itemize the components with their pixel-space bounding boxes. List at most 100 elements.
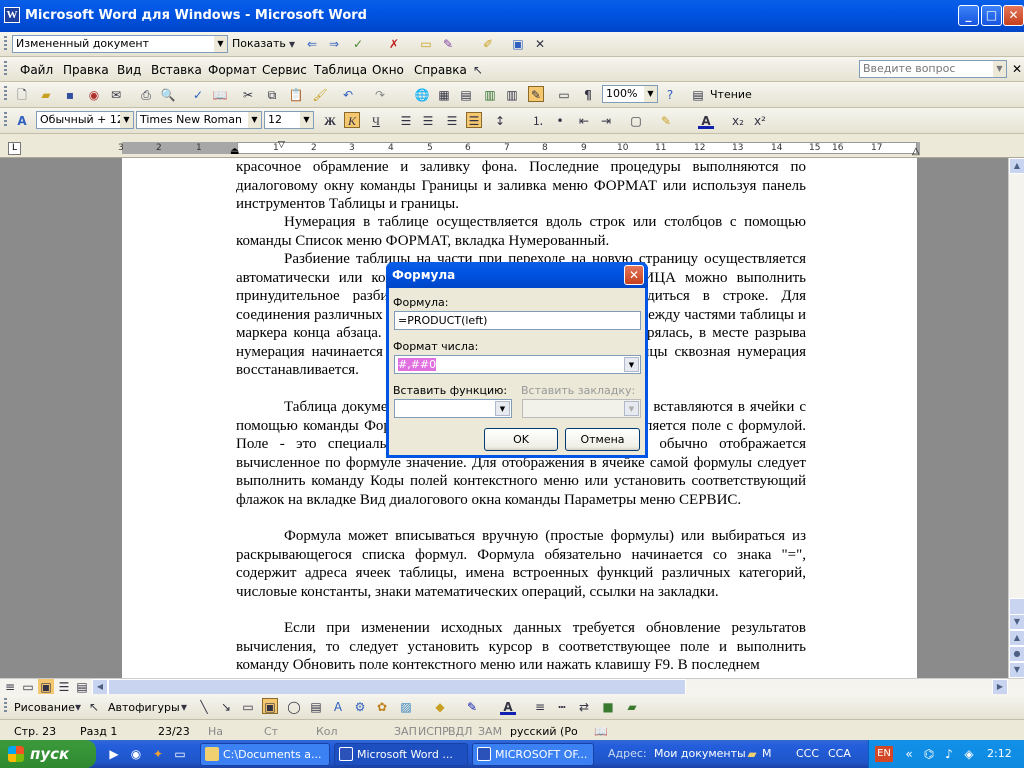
line-icon[interactable]: ╲ [196, 699, 212, 715]
paragraph[interactable]: красочное обрамление и заливку фона. Пос… [236, 158, 806, 214]
arrow-style-icon[interactable]: ⇄ [576, 699, 592, 715]
format-painter-icon[interactable]: 🖌 [312, 87, 328, 103]
increase-indent-icon[interactable]: ⇥ [598, 113, 614, 129]
help-pointer-icon[interactable]: ↖ [470, 62, 486, 78]
textbox2-icon[interactable]: ▤ [308, 699, 324, 715]
accept-change-icon[interactable]: ✓ [350, 36, 366, 52]
drawing-menu-button[interactable]: Рисование [14, 701, 75, 714]
research-icon[interactable]: 📖 [212, 87, 228, 103]
menu-tools[interactable]: Сервис [262, 63, 307, 77]
toolbar-grip[interactable] [4, 86, 7, 102]
redo-icon[interactable]: ↷ [372, 87, 388, 103]
number-format-combo[interactable]: #,##0 ▼ [394, 355, 641, 374]
ask-question-input[interactable]: Введите вопрос ▼ [859, 60, 1007, 78]
print-layout-icon[interactable]: ▣ [38, 679, 54, 695]
next-change-icon[interactable]: ⇒ [326, 36, 342, 52]
chevron-down-icon[interactable]: ▼ [300, 112, 313, 128]
chevron-down-icon[interactable]: ▼ [624, 357, 639, 372]
chevron-down-icon[interactable]: ▾ [176, 699, 192, 715]
reading-view-icon[interactable]: ▤ [74, 679, 90, 695]
status-ext[interactable]: ВДЛ [448, 725, 472, 738]
hyperlink-icon[interactable]: 🌐 [414, 87, 430, 103]
chevron-down-icon[interactable]: ▼ [993, 61, 1006, 77]
fill-color-icon[interactable]: ◆ [432, 699, 448, 715]
vertical-scrollbar[interactable]: ▲ ▼ ▲ ● ▼ [1008, 158, 1024, 678]
tray-arrow-icon[interactable]: « [901, 746, 917, 762]
tab-selector[interactable]: L [8, 142, 21, 155]
tray-app-icon[interactable]: ◈ [961, 746, 977, 762]
chevron-down-icon[interactable]: ▼ [644, 86, 657, 102]
style-combo[interactable]: Обычный + 12 г ▼ [36, 111, 134, 129]
quick-item[interactable]: М [762, 747, 772, 760]
display-for-review-combo[interactable]: Измененный документ ▼ [12, 35, 228, 53]
browser-icon[interactable]: ◉ [128, 746, 144, 762]
select-objects-icon[interactable]: ↖ [86, 699, 102, 715]
document-map-icon[interactable]: ▭ [556, 87, 572, 103]
insert-excel-icon[interactable]: ▥ [482, 87, 498, 103]
minimize-button[interactable]: _ [958, 5, 979, 26]
highlight-icon[interactable]: ✎ [440, 36, 456, 52]
undo-icon[interactable]: ↶ [340, 87, 356, 103]
show-menu-button[interactable]: Показать [232, 37, 286, 50]
cancel-button[interactable]: Отмена [565, 428, 640, 451]
menu-table[interactable]: Таблица [314, 63, 367, 77]
previous-page-icon[interactable]: ▲ [1009, 630, 1024, 646]
print-preview-icon[interactable]: 🔍 [160, 87, 176, 103]
dash-style-icon[interactable]: ┅ [554, 699, 570, 715]
drawing-toggle-icon[interactable]: ✎ [528, 86, 544, 102]
next-page-icon[interactable]: ▼ [1009, 662, 1024, 678]
numbering-icon[interactable]: ⒈ [530, 113, 546, 129]
justify-icon[interactable]: ☰ [466, 112, 482, 128]
track-changes-icon[interactable]: ✐ [480, 36, 496, 52]
dialog-title-bar[interactable]: Формула ✕ [386, 262, 648, 288]
font-color-icon[interactable]: A [500, 699, 516, 715]
insert-table-icon[interactable]: ▤ [458, 87, 474, 103]
address-value[interactable]: Мои документы [654, 747, 746, 760]
reject-change-icon[interactable]: ✗ [386, 36, 402, 52]
normal-view-icon[interactable]: ≡ [2, 679, 18, 695]
show-desktop-icon[interactable]: ▭ [172, 746, 188, 762]
paste-icon[interactable]: 📋 [288, 87, 304, 103]
paragraph[interactable]: Если при изменении исходных данных требу… [236, 619, 806, 675]
print-icon[interactable]: ⎙ [138, 87, 154, 103]
wordart-icon[interactable]: A [330, 699, 346, 715]
taskbar-item-word[interactable]: Microsoft Word ... [334, 743, 468, 766]
underline-icon[interactable]: Ч [368, 113, 384, 129]
paste-function-combo[interactable]: ▼ [394, 399, 512, 418]
toolbar-grip[interactable] [4, 61, 7, 77]
copy-icon[interactable]: ⧉ [264, 87, 280, 103]
borders-icon[interactable]: ▢ [628, 113, 644, 129]
chevron-down-icon[interactable]: ▾ [284, 36, 300, 52]
align-left-icon[interactable]: ☰ [398, 113, 414, 129]
chevron-down-icon[interactable]: ▼ [120, 112, 133, 128]
scroll-up-icon[interactable]: ▲ [1009, 158, 1024, 174]
clock[interactable]: 2:12 [987, 747, 1012, 760]
first-line-indent-marker[interactable]: ▽ [278, 140, 285, 150]
network-icon[interactable]: ⌬ [921, 746, 937, 762]
paragraph[interactable]: Формула может вписываться вручную (прост… [236, 527, 806, 601]
font-color-icon[interactable]: A [698, 113, 714, 129]
word-app-icon[interactable]: W [4, 7, 20, 23]
chevron-down-icon[interactable]: ▼ [248, 112, 261, 128]
menu-edit[interactable]: Правка [63, 63, 109, 77]
new-document-icon[interactable]: 🗋 [14, 87, 30, 103]
bold-icon[interactable]: Ж [322, 113, 338, 129]
quick-item[interactable]: ССА [828, 747, 851, 760]
scroll-right-icon[interactable]: ▶ [992, 679, 1008, 695]
start-button[interactable]: пуск [0, 740, 96, 768]
toolbar-grip[interactable] [4, 36, 7, 52]
chevron-down-icon[interactable]: ▼ [214, 36, 227, 52]
horizontal-ruler[interactable]: L 3 2 1 1 2 3 4 5 6 7 8 9 10 11 12 13 14… [0, 140, 1024, 158]
email-icon[interactable]: ✉ [108, 87, 124, 103]
outline-view-icon[interactable]: ☰ [56, 679, 72, 695]
right-indent-marker[interactable]: △ [912, 146, 920, 157]
save-icon[interactable]: ▪ [62, 87, 78, 103]
dialog-close-button[interactable]: ✕ [624, 265, 644, 285]
toolbar-options-icon[interactable]: ✕ [532, 36, 548, 52]
subscript-icon[interactable]: x₂ [730, 113, 746, 129]
menu-format[interactable]: Формат [208, 63, 257, 77]
close-document-icon[interactable]: ✕ [1012, 62, 1022, 76]
bullets-icon[interactable]: • [552, 113, 568, 129]
clipart-icon[interactable]: ✿ [374, 699, 390, 715]
read-mode-icon[interactable]: ▤ [690, 87, 706, 103]
